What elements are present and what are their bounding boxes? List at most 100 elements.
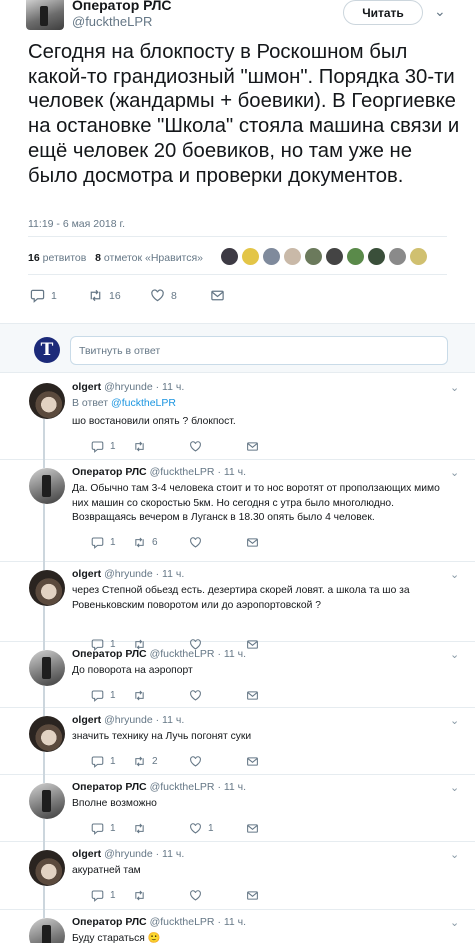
chevron-down-icon[interactable]: ⌄ (450, 714, 459, 727)
follow-button[interactable]: Читать (343, 0, 423, 25)
reply-author-name[interactable]: olgert (72, 381, 101, 393)
reply-tweet[interactable]: olgert @hryunde · 11 ч. ⌄ В ответ @fuckt… (0, 375, 475, 460)
liker-avatar[interactable] (325, 247, 344, 266)
liker-avatar[interactable] (367, 247, 386, 266)
reply-time[interactable]: · 11 ч. (217, 466, 246, 478)
likers-avatars[interactable] (220, 247, 428, 266)
reply-input[interactable]: Твитнуть в ответ (70, 336, 448, 365)
reply-time[interactable]: · 11 ч. (156, 568, 185, 580)
likes-count[interactable]: 8 (95, 252, 101, 264)
message-action[interactable] (246, 822, 259, 835)
chevron-down-icon[interactable]: ⌄ (450, 648, 459, 661)
reply-time[interactable]: · 11 ч. (156, 714, 185, 726)
reply-action[interactable]: 1 (91, 689, 116, 702)
reply-author-name[interactable]: Оператор РЛС (72, 916, 147, 928)
avatar[interactable] (29, 570, 65, 606)
tweet-timestamp[interactable]: 11:19 - 6 мая 2018 г. (28, 218, 125, 230)
chevron-down-icon[interactable]: ⌄ (434, 3, 446, 20)
retweet-action[interactable] (133, 822, 152, 835)
reply-time[interactable]: · 11 ч. (217, 781, 246, 793)
message-action[interactable] (246, 440, 259, 453)
message-action[interactable] (246, 689, 259, 702)
retweets-label[interactable]: ретвитов (43, 252, 87, 264)
liker-avatar[interactable] (241, 247, 260, 266)
avatar[interactable] (29, 383, 65, 419)
chevron-down-icon[interactable]: ⌄ (450, 568, 459, 581)
reply-to-handle[interactable]: @fucktheLPR (111, 397, 176, 409)
reply-author-name[interactable]: Оператор РЛС (72, 781, 147, 793)
reply-action[interactable]: 1 (91, 889, 116, 902)
reply-author-name[interactable]: olgert (72, 848, 101, 860)
reply-time[interactable]: · 11 ч. (217, 916, 246, 928)
like-action[interactable]: 8 (150, 288, 177, 303)
author-name[interactable]: Оператор РЛС (72, 0, 172, 13)
liker-avatar[interactable] (388, 247, 407, 266)
reply-author-name[interactable]: olgert (72, 714, 101, 726)
reply-author-handle[interactable]: @hryunde (104, 848, 153, 860)
reply-action[interactable]: 1 (91, 536, 116, 549)
reply-tweet[interactable]: olgert @hryunde · 11 ч. ⌄ через Степной о… (0, 562, 475, 651)
liker-avatar[interactable] (220, 247, 239, 266)
reply-action[interactable]: 1 (91, 755, 116, 768)
reply-author-handle[interactable]: @hryunde (104, 381, 153, 393)
chevron-down-icon[interactable]: ⌄ (450, 781, 459, 794)
reply-tweet[interactable]: olgert @hryunde · 11 ч. ⌄ значить технику… (0, 708, 475, 775)
liker-avatar[interactable] (409, 247, 428, 266)
reply-tweet[interactable]: Оператор РЛС @fucktheLPR · 11 ч. ⌄ Буду с… (0, 910, 475, 943)
reply-action[interactable]: 1 (91, 440, 116, 453)
reply-time[interactable]: · 11 ч. (156, 848, 185, 860)
like-action[interactable] (189, 755, 208, 768)
like-action[interactable]: 1 (189, 822, 214, 835)
message-action[interactable] (246, 536, 259, 549)
liker-avatar[interactable] (283, 247, 302, 266)
retweet-action[interactable]: 16 (88, 288, 121, 303)
reply-tweet[interactable]: Оператор РЛС @fucktheLPR · 11 ч. ⌄ Вполне… (0, 775, 475, 842)
tweet-actions: 1 16 8 (30, 288, 250, 304)
reply-author-handle[interactable]: @hryunde (104, 714, 153, 726)
message-action[interactable] (210, 288, 225, 303)
avatar[interactable] (29, 468, 65, 504)
reply-action[interactable]: 1 (30, 288, 57, 303)
avatar[interactable] (29, 783, 65, 819)
reply-author-handle[interactable]: @fucktheLPR (150, 781, 215, 793)
reply-time[interactable]: · 11 ч. (156, 381, 185, 393)
message-action[interactable] (246, 755, 259, 768)
reply-tweet[interactable]: olgert @hryunde · 11 ч. ⌄ акуратней там 1 (0, 842, 475, 910)
reply-author-handle[interactable]: @hryunde (104, 568, 153, 580)
reply-tweet[interactable]: Оператор РЛС @fucktheLPR · 11 ч. ⌄ До пов… (0, 642, 475, 708)
chevron-down-icon[interactable]: ⌄ (450, 466, 459, 479)
retweets-count[interactable]: 16 (28, 252, 40, 264)
retweet-action[interactable] (133, 440, 152, 453)
reply-tweet[interactable]: Оператор РЛС @fucktheLPR · 11 ч. ⌄ Да. Об… (0, 460, 475, 562)
like-action[interactable] (189, 440, 208, 453)
reply-author-name[interactable]: Оператор РЛС (72, 466, 147, 478)
author-handle[interactable]: @fucktheLPR (72, 14, 152, 29)
message-action[interactable] (246, 889, 259, 902)
retweet-action[interactable]: 2 (133, 755, 158, 768)
like-action[interactable] (189, 536, 208, 549)
reply-author-name[interactable]: olgert (72, 568, 101, 580)
reply-author-handle[interactable]: @fucktheLPR (150, 648, 215, 660)
like-action[interactable] (189, 689, 208, 702)
avatar[interactable] (29, 918, 65, 943)
avatar[interactable] (29, 850, 65, 886)
liker-avatar[interactable] (262, 247, 281, 266)
avatar[interactable] (26, 0, 64, 30)
reply-author-handle[interactable]: @fucktheLPR (150, 466, 215, 478)
liker-avatar[interactable] (304, 247, 323, 266)
retweet-action[interactable] (133, 689, 152, 702)
reply-action[interactable]: 1 (91, 822, 116, 835)
chevron-down-icon[interactable]: ⌄ (450, 848, 459, 861)
chevron-down-icon[interactable]: ⌄ (450, 916, 459, 929)
likes-label[interactable]: отметок «Нравится» (104, 252, 203, 264)
reply-author-name[interactable]: Оператор РЛС (72, 648, 147, 660)
avatar[interactable] (29, 650, 65, 686)
reply-time[interactable]: · 11 ч. (217, 648, 246, 660)
retweet-action[interactable]: 6 (133, 536, 158, 549)
reply-author-handle[interactable]: @fucktheLPR (150, 916, 215, 928)
like-action[interactable] (189, 889, 208, 902)
avatar[interactable] (29, 716, 65, 752)
retweet-action[interactable] (133, 889, 152, 902)
chevron-down-icon[interactable]: ⌄ (450, 381, 459, 394)
liker-avatar[interactable] (346, 247, 365, 266)
